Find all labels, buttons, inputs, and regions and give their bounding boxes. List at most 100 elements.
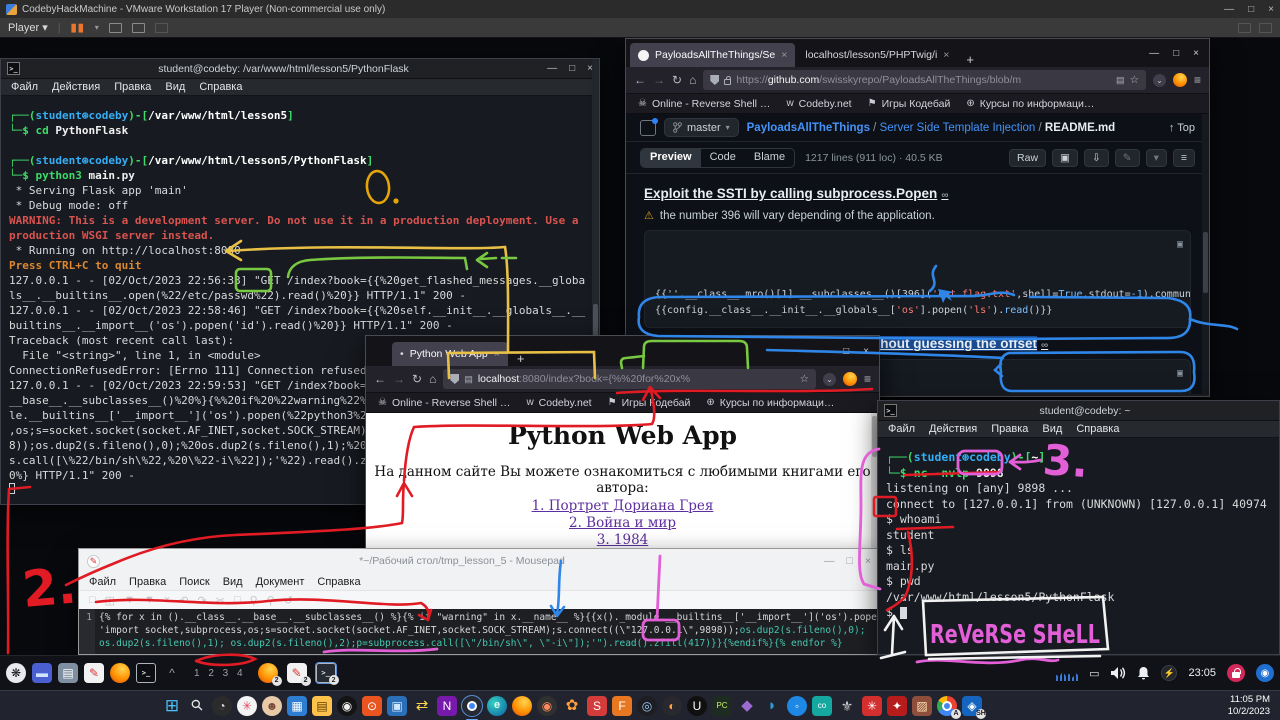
co-app-icon[interactable]: co <box>812 696 832 716</box>
bookmark-star-icon[interactable]: ☆ <box>1130 74 1139 86</box>
maximize-button[interactable]: □ <box>1173 48 1179 59</box>
book-link-2[interactable]: 2. Война и мир <box>366 515 879 531</box>
new-tab-button[interactable]: + <box>510 351 532 366</box>
sh-app-icon[interactable]: ◈SH <box>962 696 982 716</box>
menu-item[interactable]: ▼ <box>124 594 135 606</box>
app-menu-button[interactable]: ≡ <box>1194 73 1201 87</box>
url-bar[interactable]: https://github.com/swisskyrepo/PayloadsA… <box>703 70 1146 90</box>
file-manager-icon[interactable]: ▤ <box>58 663 78 683</box>
menu-item[interactable]: Вид <box>223 576 243 588</box>
mousepad-editor[interactable]: 1 {% for x in ().__class__.__base__.__su… <box>79 609 879 654</box>
firefox-account-icon[interactable] <box>843 372 857 386</box>
edge-icon[interactable]: e <box>487 696 507 716</box>
photos-app-icon[interactable]: ▨ <box>912 696 932 716</box>
menu-item[interactable]: Правка <box>114 81 151 93</box>
onenote-icon[interactable]: N <box>437 696 457 716</box>
home-button[interactable]: ⌂ <box>689 73 696 87</box>
left-terminal-titlebar[interactable]: >_ student@codeby: /var/www/html/lesson5… <box>1 59 599 79</box>
menu-item[interactable]: Вид <box>165 81 185 93</box>
maximize-button[interactable]: □ <box>847 555 853 567</box>
bookmark-courses[interactable]: ⊕Курсы по информаци… <box>966 98 1094 110</box>
menu-item[interactable]: Действия <box>929 423 977 435</box>
heading-subprocess-popen[interactable]: Exploit the SSTI by calling subprocess.P… <box>644 186 1191 201</box>
text-editor-icon[interactable]: ✎ <box>84 663 104 683</box>
raw-button[interactable]: Raw <box>1009 149 1046 167</box>
bookmark-codeby[interactable]: wCodeby.net <box>526 397 591 409</box>
book-link-1[interactable]: 1. Портрет Дориана Грея <box>366 498 879 514</box>
player-menu[interactable]: Player ▾ <box>8 21 48 34</box>
bookmark-reverse-shell[interactable]: ☠Online - Reverse Shell … <box>638 98 770 110</box>
reader-mode-icon[interactable]: ▤ <box>1116 75 1125 86</box>
screen-lock-icon[interactable] <box>1227 664 1245 682</box>
red-tool2-icon[interactable]: ✦ <box>887 696 907 716</box>
forward-button[interactable]: → <box>653 73 665 87</box>
menu-item[interactable]: ▼ <box>144 594 155 606</box>
menu-item[interactable]: Справка <box>199 81 242 93</box>
menu-item[interactable]: × <box>164 594 170 606</box>
lens-app-icon[interactable]: ◎ <box>637 696 657 716</box>
bookmark-games[interactable]: ⚑Игры Кодебай <box>608 397 691 409</box>
panel-chevron-icon[interactable]: ^ <box>162 663 182 683</box>
menu-item[interactable]: Файл <box>89 576 116 588</box>
copy-raw-button[interactable]: ▣ <box>1052 149 1078 167</box>
menu-item[interactable]: Вид <box>1042 423 1062 435</box>
sublime-app-icon[interactable]: S <box>587 696 607 716</box>
firefox-icon[interactable] <box>512 696 532 716</box>
branch-selector[interactable]: master ▾ <box>664 118 739 137</box>
menu-item[interactable]: ⚲ <box>267 594 275 607</box>
menu-item[interactable]: ↶ <box>179 594 188 607</box>
menu-item[interactable]: Правка <box>129 576 166 588</box>
suspend-caret[interactable]: ▾ <box>95 23 99 32</box>
close-button[interactable]: × <box>865 555 871 567</box>
menu-item[interactable]: ✂ <box>216 594 225 607</box>
camera-app-icon[interactable]: ◉ <box>337 696 357 716</box>
taskbar-terminal-window[interactable]: >_2 <box>316 663 336 683</box>
menu-item[interactable]: Документ <box>256 576 305 588</box>
reload-button[interactable]: ↻ <box>672 73 682 87</box>
vmware-close-button[interactable]: × <box>1268 4 1274 15</box>
chrome-profile-icon[interactable]: A <box>937 696 957 716</box>
anchor-link-icon[interactable]: ∞ <box>1041 340 1048 351</box>
minimize-button[interactable]: — <box>547 63 557 74</box>
home-button[interactable]: ⌂ <box>429 372 436 386</box>
maps-app-icon[interactable]: ◦ <box>787 696 807 716</box>
firefox-icon[interactable] <box>110 663 130 683</box>
bookmark-star-icon[interactable]: ☆ <box>800 373 809 385</box>
bookmark-reverse-shell[interactable]: ☠Online - Reverse Shell … <box>378 397 510 409</box>
menu-item[interactable]: Поиск <box>179 576 209 588</box>
pycharm-icon[interactable]: PC <box>712 696 732 716</box>
file-tree-toggle-icon[interactable] <box>640 120 656 136</box>
pocket-icon[interactable]: ⌄ <box>823 373 836 386</box>
emblem-app-icon[interactable]: ⚜ <box>837 696 857 716</box>
menu-item[interactable]: Справка <box>317 576 360 588</box>
workspace-switcher[interactable]: 1 2 3 4 <box>194 668 246 679</box>
power-manager-icon[interactable]: ⚡ <box>1161 665 1177 681</box>
menu-item[interactable]: □ <box>234 594 241 606</box>
anchor-link-icon[interactable]: ∞ <box>941 190 948 201</box>
back-button[interactable]: ← <box>374 372 386 386</box>
back-to-top-link[interactable]: ↑ Top <box>1169 122 1195 134</box>
menu-item[interactable]: Справка <box>1076 423 1119 435</box>
maximize-button[interactable]: □ <box>843 346 849 357</box>
volume-icon[interactable] <box>1110 666 1126 680</box>
copy-code-icon[interactable]: ▣ <box>1177 237 1183 253</box>
vmware-maximize-button[interactable]: □ <box>1248 4 1254 15</box>
fullscreen-icon[interactable] <box>155 23 168 33</box>
minimize-button[interactable]: — <box>824 555 835 567</box>
firefox-account-icon[interactable] <box>1173 73 1187 87</box>
virtualbox-icon[interactable]: ▣ <box>387 696 407 716</box>
tab-close-icon[interactable]: × <box>781 49 787 61</box>
flstudio-icon[interactable]: ✿ <box>562 696 582 716</box>
url-bar[interactable]: ▤ localhost:8080/index?book={%%20for%20x… <box>443 369 816 389</box>
chrome-icon[interactable] <box>462 696 482 716</box>
calendar-app-icon[interactable]: ▦ <box>287 696 307 716</box>
menu-item[interactable]: ↷ <box>198 594 207 607</box>
gauge-app-icon[interactable]: ◔ <box>212 696 232 716</box>
reload-button[interactable]: ↻ <box>412 372 422 386</box>
menu-item[interactable]: Действия <box>52 81 100 93</box>
suspend-button[interactable]: ▮▮ <box>71 21 85 34</box>
tab-code[interactable]: Code <box>701 149 745 167</box>
tab-close-icon[interactable]: × <box>494 348 500 360</box>
tab-close-icon[interactable]: × <box>943 49 949 61</box>
github-scrollbar[interactable] <box>1202 114 1209 394</box>
